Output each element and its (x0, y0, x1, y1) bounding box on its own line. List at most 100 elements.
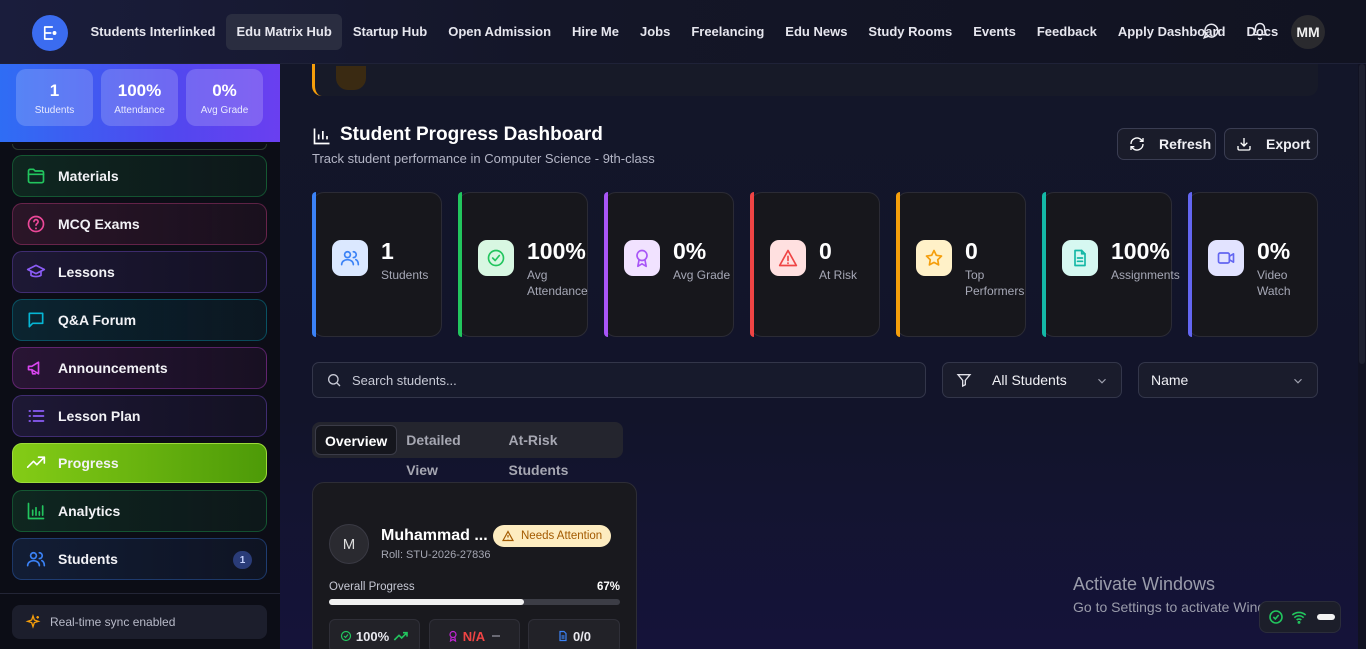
card-value: 100% (527, 238, 586, 264)
message-icon[interactable] (1202, 22, 1222, 42)
nav-link-students-interlinked[interactable]: Students Interlinked (80, 14, 226, 50)
stat-card-students: 1 Students (312, 192, 442, 337)
nav-link-startup-hub[interactable]: Startup Hub (342, 14, 437, 50)
nav-link-open-admission[interactable]: Open Admission (438, 14, 562, 50)
award-icon (624, 240, 660, 276)
stat-card-video-watch: 0% Video Watch (1188, 192, 1318, 337)
sidebar-item-mcq-exams[interactable]: MCQ Exams (12, 203, 267, 245)
nav-link-edu-news[interactable]: Edu News (775, 14, 858, 50)
card-value: 0 (965, 238, 978, 264)
alert-triangle-icon (770, 240, 806, 276)
nav-link-study-rooms[interactable]: Study Rooms (858, 14, 963, 50)
card-label: Avg Grade (673, 268, 731, 282)
nav-link-freelancing[interactable]: Freelancing (681, 14, 775, 50)
export-button[interactable]: Export (1224, 128, 1318, 160)
top-navbar: Students Interlinked Edu Matrix Hub Startu… (0, 0, 1366, 64)
alert-triangle-icon (502, 530, 514, 542)
student-filter-select[interactable]: All Students (942, 362, 1122, 398)
sidebar-item-lessons[interactable]: Lessons (12, 251, 267, 293)
sidebar-item-announcements[interactable]: Announcements (12, 347, 267, 389)
nav-link-jobs[interactable]: Jobs (629, 14, 680, 50)
stat-value: 0% (212, 81, 237, 100)
logo-icon[interactable] (32, 15, 68, 51)
system-tray[interactable] (1259, 601, 1341, 633)
card-value: 0% (673, 238, 707, 264)
card-value: 0% (1257, 238, 1291, 264)
scrollbar[interactable] (1358, 64, 1366, 649)
card-label: Video Watch (1257, 268, 1291, 298)
stat-label: Students (34, 105, 75, 116)
minus-icon (490, 630, 502, 642)
folder-icon (26, 166, 46, 186)
sidebar-item-progress[interactable]: Progress (12, 443, 267, 483)
battery-icon (1317, 614, 1335, 620)
sidebar-item-materials[interactable]: Materials (12, 155, 267, 197)
sidebar-item-label: Progress (58, 455, 119, 471)
card-label: Assignments (1111, 268, 1180, 282)
sync-status: Real-time sync enabled (12, 605, 267, 639)
sidebar-item-analytics[interactable]: Analytics (12, 490, 267, 532)
student-roll: Roll: STU-2026-27836 (381, 549, 491, 561)
card-label: Students (381, 268, 429, 282)
search-input[interactable]: Search students... (312, 362, 926, 398)
stat-card-avg-grade: 0% Avg Grade (604, 192, 734, 337)
card-accent (896, 192, 900, 337)
nav-link-edu-matrix-hub[interactable]: Edu Matrix Hub (225, 14, 343, 50)
card-accent (312, 192, 316, 337)
nav-link-hire-me[interactable]: Hire Me (562, 14, 630, 50)
file-text-icon (1062, 240, 1098, 276)
sidebar-item-label: Q&A Forum (58, 312, 137, 328)
student-name[interactable]: Muhammad ... (381, 527, 488, 545)
bell-icon[interactable] (1251, 22, 1271, 42)
stat-label: Avg Grade (200, 105, 249, 116)
check-circle-icon (1268, 609, 1284, 625)
count-badge: 1 (233, 551, 252, 569)
trending-up-icon (26, 453, 46, 473)
users-icon (332, 240, 368, 276)
bar-chart-icon (26, 501, 46, 521)
tab-overview[interactable]: Overview (315, 425, 398, 455)
user-avatar[interactable]: MM (1291, 15, 1325, 49)
message-square-icon (26, 310, 46, 330)
file-text-icon (557, 630, 569, 642)
megaphone-icon (26, 358, 46, 378)
refresh-label: Refresh (1159, 136, 1212, 152)
card-accent (750, 192, 754, 337)
search-placeholder: Search students... (352, 372, 457, 388)
stat-card-avg-attendance: 100% Avg Attendance (458, 192, 588, 337)
progress-value: 67% (596, 581, 620, 593)
divider (0, 593, 280, 594)
nav-link-events[interactable]: Events (963, 14, 1027, 50)
progress-bar (329, 599, 620, 605)
attendance-value: 100% (355, 628, 390, 644)
refresh-button[interactable]: Refresh (1117, 128, 1216, 160)
nav-link-feedback[interactable]: Feedback (1026, 14, 1107, 50)
sidebar-item-label: Announcements (58, 360, 168, 376)
sidebar-item-label: Materials (58, 168, 119, 184)
users-icon (26, 549, 46, 569)
card-label: Avg Attendance (527, 268, 588, 298)
graduation-cap-icon (26, 262, 46, 282)
stat-value: 100% (117, 81, 162, 100)
grade-stat: N/A (429, 619, 520, 649)
search-icon (326, 372, 342, 388)
wifi-icon (1291, 609, 1307, 625)
filter-icon (956, 372, 972, 388)
status-badge-text: Needs Attention (521, 530, 603, 542)
download-icon (1236, 136, 1252, 152)
sidebar-item-label: Students (58, 551, 118, 567)
sort-select[interactable]: Name (1138, 362, 1318, 398)
tab-detailed-view[interactable]: Detailed View (397, 425, 499, 478)
sidebar-item-lesson-plan[interactable]: Lesson Plan (12, 395, 267, 437)
sidebar-item-label: Analytics (58, 503, 121, 519)
chevron-down-icon (1095, 374, 1109, 388)
sidebar-item-q-a-forum[interactable]: Q&A Forum (12, 299, 267, 341)
student-card[interactable]: M Muhammad ... Needs Attention Roll: STU… (312, 482, 637, 649)
card-value: 0 (819, 238, 832, 264)
scrollbar-thumb[interactable] (1359, 64, 1365, 364)
stat-attendance: 100% Attendance (101, 69, 178, 126)
sidebar-item-partial (12, 144, 267, 150)
tab-at-risk-students[interactable]: At-Risk Students (499, 425, 623, 478)
export-label: Export (1266, 136, 1311, 152)
sidebar-item-students[interactable]: Students 1 (12, 538, 267, 580)
